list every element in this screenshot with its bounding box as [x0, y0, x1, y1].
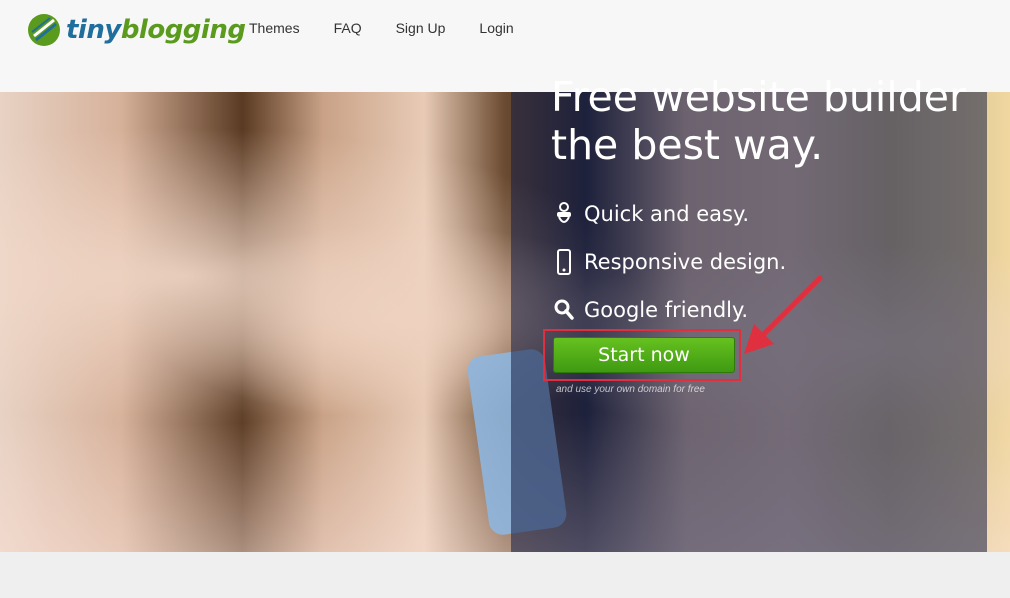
nav-faq[interactable]: FAQ: [334, 20, 362, 36]
hero-headline-line2: the best way.: [551, 121, 824, 169]
feature-label: Quick and easy.: [584, 202, 750, 226]
main-nav: Themes FAQ Sign Up Login: [249, 20, 514, 36]
pacifier-icon: [557, 202, 571, 223]
feature-label: Google friendly.: [584, 298, 749, 322]
logo-icon: [28, 14, 60, 46]
start-now-button[interactable]: Start now: [553, 337, 735, 373]
mobile-phone-icon: [557, 249, 571, 275]
search-icon: [554, 299, 574, 320]
cta-subtext: and use your own domain for free: [556, 384, 705, 395]
nav-login[interactable]: Login: [479, 20, 513, 36]
logo-text-blogging: blogging: [120, 15, 246, 45]
logo-text: tinyblogging: [66, 15, 246, 45]
annotation-arrow-icon: [744, 275, 823, 354]
feature-item: Quick and easy.: [554, 190, 786, 238]
page-footer-strip: [0, 552, 1010, 598]
nav-themes[interactable]: Themes: [249, 20, 300, 36]
logo[interactable]: tinyblogging: [26, 12, 246, 48]
logo-text-tiny: tiny: [66, 15, 121, 45]
hero-headline: Free website builder the best way.: [551, 73, 966, 169]
hero-headline-line1: Free website builder: [551, 73, 966, 121]
nav-sign-up[interactable]: Sign Up: [396, 20, 446, 36]
